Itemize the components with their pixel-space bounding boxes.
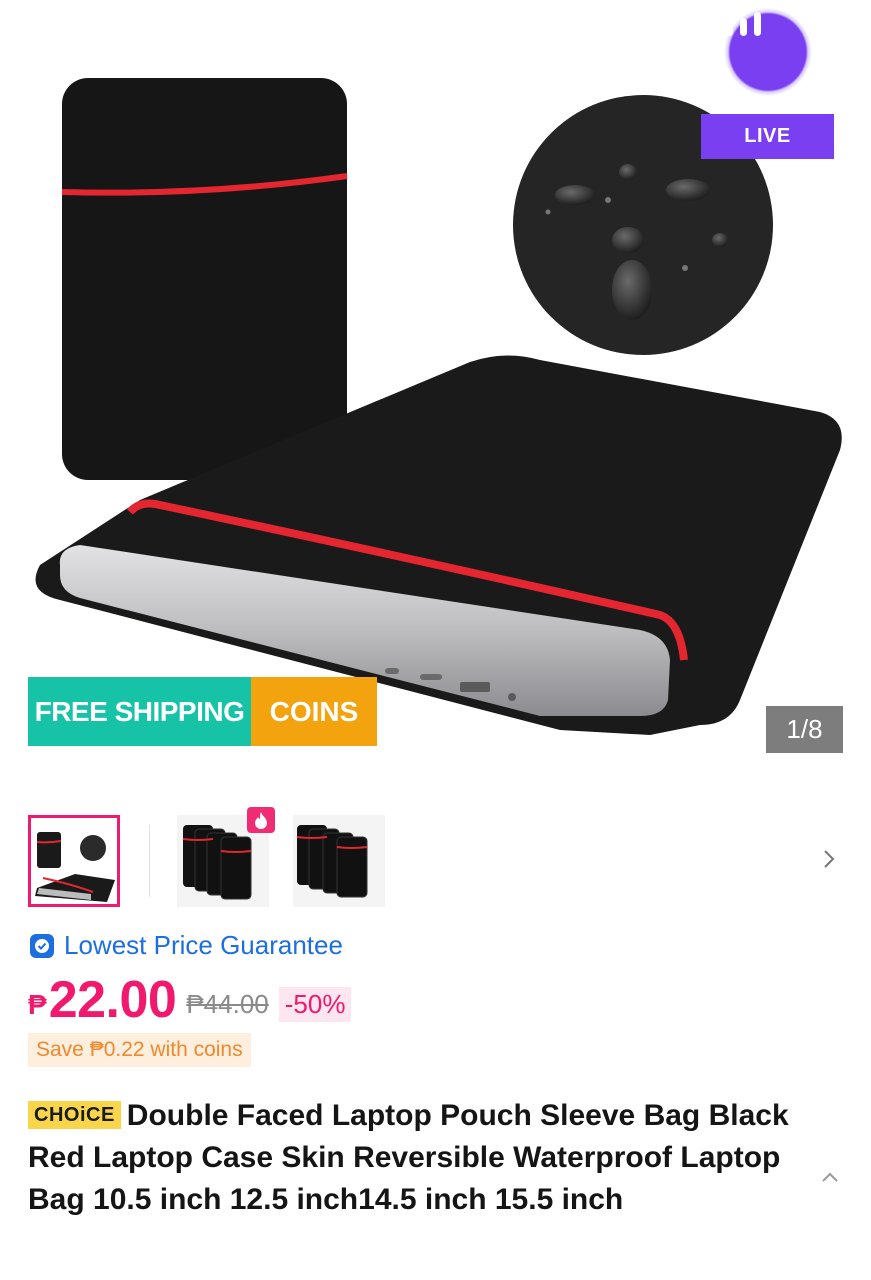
guarantee-label: Lowest Price Guarantee: [64, 930, 343, 960]
coins-saving: Save ₱0.22 with coins: [28, 1033, 251, 1067]
current-price: 22.00: [48, 971, 177, 1029]
audio-bars-icon: [726, 12, 761, 36]
chevron-up-icon[interactable]: [817, 1165, 843, 1191]
live-button[interactable]: [724, 8, 812, 96]
chevron-right-icon[interactable]: [815, 845, 843, 873]
thumbnail-strip: [28, 807, 858, 907]
currency-symbol: ₱: [28, 989, 47, 1020]
thumbnail-separator: [149, 825, 150, 897]
discount-badge: -50%: [278, 986, 352, 1022]
gallery-counter: 1/8: [766, 706, 843, 753]
product-title: CHOiCE Double Faced Laptop Pouch Sleeve B…: [28, 1095, 808, 1221]
free-shipping-badge: FREE SHIPPING: [28, 677, 251, 746]
price-row: ₱ 22.00 ₱44.00 -50%: [28, 970, 352, 1030]
lowest-price-guarantee[interactable]: Lowest Price Guarantee: [28, 930, 343, 961]
product-title-text: Double Faced Laptop Pouch Sleeve Bag Bla…: [28, 1099, 789, 1216]
live-tag[interactable]: LIVE: [701, 114, 834, 159]
thumbnail-1[interactable]: [28, 815, 120, 907]
coins-badge: COINS: [251, 677, 377, 746]
thumbnail-3[interactable]: [293, 815, 385, 907]
shipping-coins-badge: FREE SHIPPING COINS: [28, 677, 377, 746]
choice-tag: CHOiCE: [28, 1101, 121, 1129]
product-image[interactable]: LIVE FREE SHIPPING COINS 1/8: [0, 0, 871, 790]
original-price: ₱44.00: [186, 988, 269, 1019]
check-shield-icon: [30, 933, 54, 958]
hot-icon: [247, 807, 275, 833]
